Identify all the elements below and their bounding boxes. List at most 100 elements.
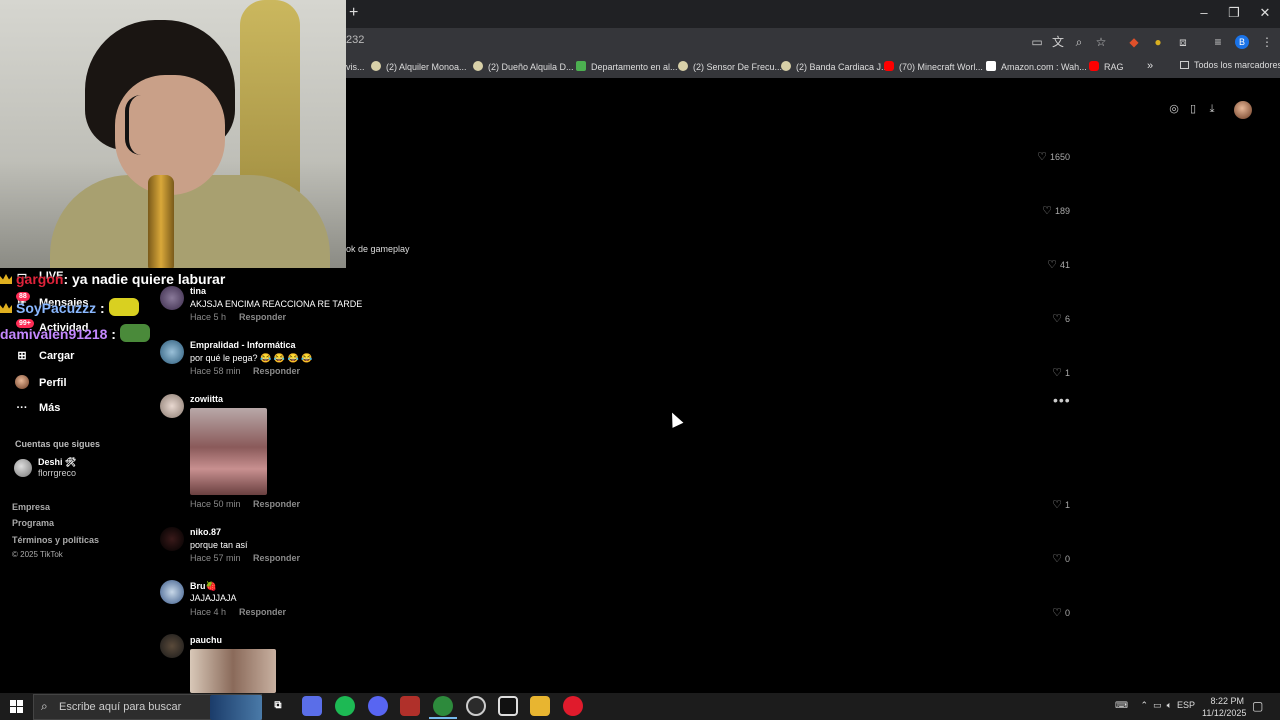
comment-username[interactable]: niko.87 bbox=[190, 527, 221, 537]
footer-link-terms[interactable]: Términos y políticas bbox=[12, 535, 99, 545]
comment-text: AKJSJA ENCIMA REACCIONA RE TARDE bbox=[190, 299, 363, 309]
comment-username[interactable]: Bru🍓 bbox=[190, 581, 217, 592]
reply-button[interactable]: Responder bbox=[239, 607, 286, 617]
bookmark-item[interactable]: (2) Alquiler Monoa... bbox=[371, 60, 467, 74]
beer-bottle bbox=[148, 175, 174, 268]
heart-icon: ♡ bbox=[1037, 151, 1047, 163]
comment-like-count[interactable]: ♡ 0 bbox=[1020, 606, 1070, 619]
profile-avatar[interactable]: B bbox=[1235, 35, 1249, 49]
minimize-button[interactable]: – bbox=[1193, 4, 1215, 22]
comment-image[interactable] bbox=[190, 649, 276, 693]
heart-icon: ♡ bbox=[1042, 205, 1052, 217]
capcut-icon[interactable] bbox=[498, 696, 518, 716]
language-indicator[interactable]: ESP bbox=[1177, 700, 1195, 710]
crown-icon bbox=[0, 303, 12, 313]
keyboard-icon[interactable]: ⌨ bbox=[1115, 700, 1128, 710]
following-avatar[interactable] bbox=[14, 459, 32, 477]
comment-like-count[interactable]: ♡ 1650 bbox=[1020, 150, 1070, 163]
network-icon[interactable]: ▭ bbox=[1153, 700, 1162, 710]
bookmark-item[interactable]: (2) Sensor De Frecu... bbox=[678, 60, 782, 74]
comment-options-button[interactable]: ••• bbox=[1053, 392, 1071, 408]
footer-link-company[interactable]: Empresa bbox=[12, 502, 50, 512]
url-text[interactable]: 232 bbox=[346, 34, 364, 46]
reply-button[interactable]: Responder bbox=[253, 499, 300, 509]
comment-like-count[interactable]: ♡ 0 bbox=[1020, 552, 1070, 565]
spotify-icon[interactable] bbox=[335, 696, 355, 716]
sidebar-item-more[interactable]: ··· Más bbox=[15, 402, 61, 420]
footer-link-program[interactable]: Programa bbox=[12, 518, 54, 528]
comment-text: porque tan así bbox=[190, 540, 248, 550]
heart-icon: ♡ bbox=[1052, 607, 1062, 619]
comment-like-count[interactable]: ♡ 1 bbox=[1020, 366, 1070, 379]
extension-color-icon[interactable]: ● bbox=[1150, 34, 1166, 50]
download-icon[interactable]: ⤓ bbox=[1205, 102, 1219, 116]
comment-avatar[interactable] bbox=[160, 634, 184, 658]
comment-like-count[interactable]: ♡ 41 bbox=[1020, 258, 1070, 271]
extension-fox-icon[interactable]: ◆ bbox=[1126, 34, 1142, 50]
comment-like-count[interactable]: ♡ 189 bbox=[1020, 204, 1070, 217]
obs-icon[interactable] bbox=[466, 696, 486, 716]
following-name[interactable]: Deshi 🛠 bbox=[38, 457, 76, 468]
reply-button[interactable]: Responder bbox=[253, 553, 300, 563]
following-username[interactable]: florrgreco bbox=[38, 468, 76, 478]
comment-avatar[interactable] bbox=[160, 286, 184, 310]
bookmark-item[interactable]: Departamento en al... bbox=[576, 60, 678, 74]
sidebar-item-upload[interactable]: ⊞ Cargar bbox=[15, 349, 74, 367]
user-avatar[interactable] bbox=[1234, 101, 1252, 119]
bookmark-star-icon[interactable]: ☆ bbox=[1093, 34, 1109, 50]
comment-username[interactable]: tina bbox=[190, 286, 206, 296]
comment-username[interactable]: pauchu bbox=[190, 635, 222, 645]
reply-button[interactable]: Responder bbox=[239, 312, 286, 322]
comment-text: por qué le pega? 😂 😂 😂 😂 bbox=[190, 353, 313, 363]
comment-avatar[interactable] bbox=[160, 394, 184, 418]
reading-list-icon[interactable]: ≡ bbox=[1210, 34, 1226, 50]
browser-menu-icon[interactable]: ⋮ bbox=[1259, 34, 1275, 50]
search-placeholder[interactable]: Escribe aquí para buscar bbox=[59, 701, 181, 713]
extensions-puzzle-icon[interactable]: ⧈ bbox=[1175, 34, 1191, 50]
bookmarks-overflow-button[interactable]: » bbox=[1147, 60, 1153, 72]
translate-icon[interactable]: 文 bbox=[1050, 34, 1066, 50]
voicemeeter-icon[interactable] bbox=[400, 696, 420, 716]
compass-icon[interactable]: ◎ bbox=[1167, 102, 1181, 116]
task-view-icon[interactable]: ⧉ bbox=[268, 696, 288, 716]
all-bookmarks-folder[interactable]: Todos los marcadores bbox=[1180, 60, 1280, 70]
comment-like-count[interactable]: ♡ 1 bbox=[1020, 498, 1070, 511]
system-tray[interactable]: ⌨ ⌃ ▭ 🔈︎ ESP bbox=[1115, 700, 1195, 711]
cast-icon[interactable]: ▭ bbox=[1029, 34, 1045, 50]
new-tab-button[interactable]: + bbox=[349, 5, 361, 21]
comment-avatar[interactable] bbox=[160, 340, 184, 364]
clock-time[interactable]: 8:22 PM bbox=[1208, 696, 1244, 706]
comment-avatar[interactable] bbox=[160, 580, 184, 604]
sidebar-item-profile[interactable]: Perfil bbox=[15, 375, 67, 393]
file-explorer-icon[interactable] bbox=[530, 696, 550, 716]
close-window-button[interactable]: ✕ bbox=[1254, 4, 1276, 22]
windows-start-button[interactable] bbox=[10, 700, 24, 714]
bookmark-item[interactable]: vis... bbox=[346, 60, 365, 74]
restore-button[interactable]: ❐ bbox=[1223, 4, 1245, 22]
comment-image[interactable] bbox=[190, 408, 267, 495]
bookmark-item[interactable]: (2) Dueño Alquila D... bbox=[473, 60, 574, 74]
bookmark-item[interactable]: (2) Banda Cardiaca J... bbox=[781, 60, 889, 74]
bookmark-item[interactable]: (70) Minecraft Worl... bbox=[884, 60, 983, 74]
discord-icon[interactable] bbox=[368, 696, 388, 716]
clock-date[interactable]: 11/12/2025 bbox=[1202, 708, 1246, 718]
comment-username[interactable]: Empralidad - Informática bbox=[190, 340, 296, 350]
bookmark-item[interactable]: Amazon.com : Wah... bbox=[986, 60, 1087, 74]
bookmark-item[interactable]: RAG bbox=[1089, 60, 1124, 74]
comment-username[interactable]: zowiitta bbox=[190, 394, 223, 404]
comment-meta: Hace 58 min Responder bbox=[190, 366, 301, 376]
copilot-icon[interactable] bbox=[302, 696, 322, 716]
opera-icon[interactable] bbox=[563, 696, 583, 716]
volume-icon[interactable]: 🔈︎ bbox=[1167, 700, 1172, 710]
search-highlight-image[interactable] bbox=[210, 695, 262, 720]
chrome-icon[interactable] bbox=[433, 696, 453, 716]
zoom-icon[interactable]: ⌕ bbox=[1071, 34, 1087, 50]
chevron-up-icon[interactable]: ⌃ bbox=[1141, 700, 1149, 710]
phone-icon[interactable]: ▯ bbox=[1186, 102, 1200, 116]
comment-avatar[interactable] bbox=[160, 527, 184, 551]
active-app-indicator bbox=[429, 717, 457, 719]
comment-meta: Hace 50 min Responder bbox=[190, 499, 301, 509]
notification-icon[interactable]: ▢ bbox=[1252, 699, 1263, 713]
reply-button[interactable]: Responder bbox=[253, 366, 300, 376]
comment-like-count[interactable]: ♡ 6 bbox=[1020, 312, 1070, 325]
